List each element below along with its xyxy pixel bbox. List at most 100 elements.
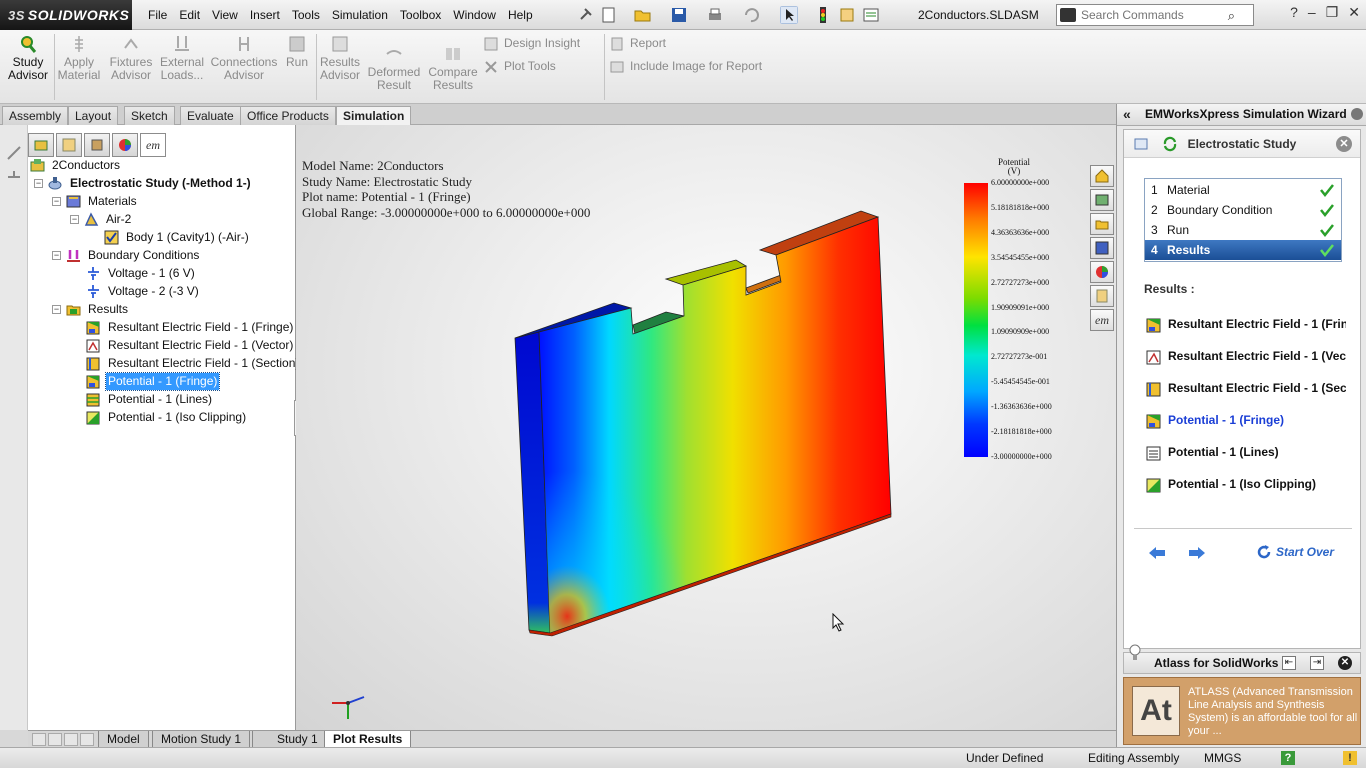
menu-file[interactable]: File — [142, 0, 173, 30]
materials-collapse-toggle[interactable]: − — [52, 197, 61, 206]
tab-simulation[interactable]: Simulation — [336, 106, 412, 125]
file-properties-icon[interactable] — [838, 6, 856, 24]
open-folder-icon[interactable] — [634, 6, 652, 24]
menu-edit[interactable]: Edit — [173, 0, 206, 30]
air-collapse-toggle[interactable]: − — [70, 215, 79, 224]
print-icon[interactable] — [706, 6, 724, 24]
close-tip-icon[interactable]: ✕ — [1338, 656, 1352, 670]
help-icon[interactable]: ? — [1290, 4, 1298, 21]
back-arrow-icon[interactable] — [1148, 546, 1166, 560]
wizard-close-icon[interactable]: ✕ — [1336, 136, 1352, 152]
file-explorer-tab[interactable] — [1090, 213, 1114, 235]
tab-study-1[interactable]: Study 1 — [252, 731, 327, 748]
design-library-tab[interactable] — [1090, 189, 1114, 211]
tab-evaluate[interactable]: Evaluate — [180, 106, 241, 125]
tab-model[interactable]: Model — [98, 731, 149, 748]
forward-arrow-icon[interactable] — [1188, 546, 1206, 560]
sketch-tool-icon[interactable] — [6, 145, 22, 161]
pin-icon[interactable] — [576, 6, 594, 24]
view-palette-icon — [1095, 241, 1109, 255]
undo-icon[interactable] — [742, 6, 760, 24]
tab-nav-first[interactable] — [32, 733, 46, 746]
options-icon[interactable] — [862, 6, 880, 24]
menu-simulation[interactable]: Simulation — [326, 0, 394, 30]
step-results[interactable]: 4 Results — [1145, 240, 1341, 260]
results-collapse-toggle[interactable]: − — [52, 305, 61, 314]
tab-motion-study[interactable]: Motion Study 1 — [152, 731, 251, 748]
mate-tool-icon[interactable] — [6, 169, 22, 185]
search-input[interactable] — [1081, 7, 1221, 23]
menu-view[interactable]: View — [206, 0, 244, 30]
close-icon[interactable]: ✕ — [1348, 4, 1360, 21]
new-document-icon[interactable] — [600, 6, 618, 24]
wizard-result-item-selected[interactable]: Potential - 1 (Fringe) — [1146, 411, 1346, 431]
study-collapse-toggle[interactable]: − — [34, 179, 43, 188]
traffic-light-icon[interactable] — [814, 6, 832, 24]
step-material[interactable]: 1 Material — [1145, 180, 1341, 200]
collapse-chevron-icon[interactable]: « — [1123, 106, 1131, 122]
tab-nav-prev[interactable] — [48, 733, 62, 746]
results-advisor-button[interactable]: Results Advisor — [318, 34, 362, 82]
menu-help[interactable]: Help — [502, 0, 539, 30]
emworks-task-tab[interactable]: em — [1090, 309, 1114, 331]
design-insight-button[interactable]: Design Insight — [484, 36, 580, 51]
step-run[interactable]: 3 Run — [1145, 220, 1341, 240]
tab-office-products[interactable]: Office Products — [240, 106, 336, 125]
deformed-result-icon — [386, 50, 402, 55]
prev-tip-icon[interactable]: ⇤ — [1282, 656, 1296, 670]
emworks-tab[interactable]: em — [140, 133, 166, 157]
wizard-result-item[interactable]: Resultant Electric Field - 1 (Section) — [1146, 379, 1346, 399]
study-advisor-button[interactable]: Study Advisor — [6, 34, 50, 82]
plot-tools-button[interactable]: Plot Tools — [484, 59, 556, 74]
compare-results-button[interactable]: Compare Results — [426, 44, 480, 92]
home-tab[interactable] — [1090, 165, 1114, 187]
custom-properties-tab[interactable] — [1090, 285, 1114, 307]
magnifier-icon[interactable]: ⌕ — [1228, 8, 1235, 24]
wizard-result-item[interactable]: Potential - 1 (Lines) — [1146, 443, 1346, 463]
wizard-result-item[interactable]: Resultant Electric Field - 1 (Fringe) — [1146, 315, 1346, 335]
report-button[interactable]: Report — [610, 36, 666, 51]
menu-toolbox[interactable]: Toolbox — [394, 0, 447, 30]
tab-nav-next[interactable] — [64, 733, 78, 746]
next-tip-icon[interactable]: ⇥ — [1310, 656, 1324, 670]
fixtures-advisor-button[interactable]: Fixtures Advisor — [106, 34, 156, 82]
lines-plot-icon — [86, 393, 100, 407]
search-commands-box[interactable]: ⌕ — [1056, 4, 1254, 26]
configuration-icon — [91, 139, 103, 151]
configuration-manager-tab[interactable] — [84, 133, 110, 157]
graphics-area[interactable]: Model Name: 2Conductors Study Name: Elec… — [296, 125, 1116, 730]
menu-insert[interactable]: Insert — [244, 0, 286, 30]
rebuild-icon[interactable]: ! — [1343, 751, 1357, 765]
feature-manager-tab[interactable] — [28, 133, 54, 157]
save-icon[interactable] — [670, 6, 688, 24]
solidworks-logo[interactable]: 3S SOLIDWORKS — [0, 0, 132, 30]
step-boundary-condition[interactable]: 2 Boundary Condition — [1145, 200, 1341, 220]
menu-window[interactable]: Window — [447, 0, 502, 30]
minimize-icon[interactable]: – — [1308, 4, 1316, 21]
restore-icon[interactable]: ❐ — [1326, 4, 1339, 21]
wizard-result-item[interactable]: Resultant Electric Field - 1 (Vector) — [1146, 347, 1346, 367]
property-manager-tab[interactable] — [56, 133, 82, 157]
tab-layout[interactable]: Layout — [68, 106, 119, 125]
tab-nav-last[interactable] — [80, 733, 94, 746]
boundary-collapse-toggle[interactable]: − — [52, 251, 61, 260]
pin-panel-icon[interactable] — [1351, 108, 1363, 120]
units-selector[interactable]: MMGS — [1204, 751, 1241, 765]
display-manager-tab[interactable] — [112, 133, 138, 157]
wizard-result-item[interactable]: Potential - 1 (Iso Clipping) — [1146, 475, 1346, 495]
tab-assembly[interactable]: Assembly — [2, 106, 69, 125]
deformed-result-button[interactable]: Deformed Result — [366, 44, 422, 92]
apply-material-button[interactable]: Apply Material — [56, 34, 102, 82]
connections-advisor-button[interactable]: Connections Advisor — [210, 34, 278, 82]
run-button[interactable]: Run — [282, 34, 312, 69]
appearances-tab[interactable] — [1090, 261, 1114, 283]
quick-tips-icon[interactable]: ? — [1281, 751, 1295, 765]
include-image-button[interactable]: Include Image for Report — [610, 59, 762, 74]
select-arrow-icon[interactable] — [780, 6, 798, 24]
menu-tools[interactable]: Tools — [286, 0, 326, 30]
view-palette-tab[interactable] — [1090, 237, 1114, 259]
tab-plot-results[interactable]: Plot Results — [324, 731, 412, 748]
atlass-ad[interactable]: At ATLASS (Advanced Transmission Line An… — [1123, 677, 1361, 745]
external-loads-button[interactable]: External Loads... — [158, 34, 206, 82]
tab-sketch[interactable]: Sketch — [124, 106, 175, 125]
